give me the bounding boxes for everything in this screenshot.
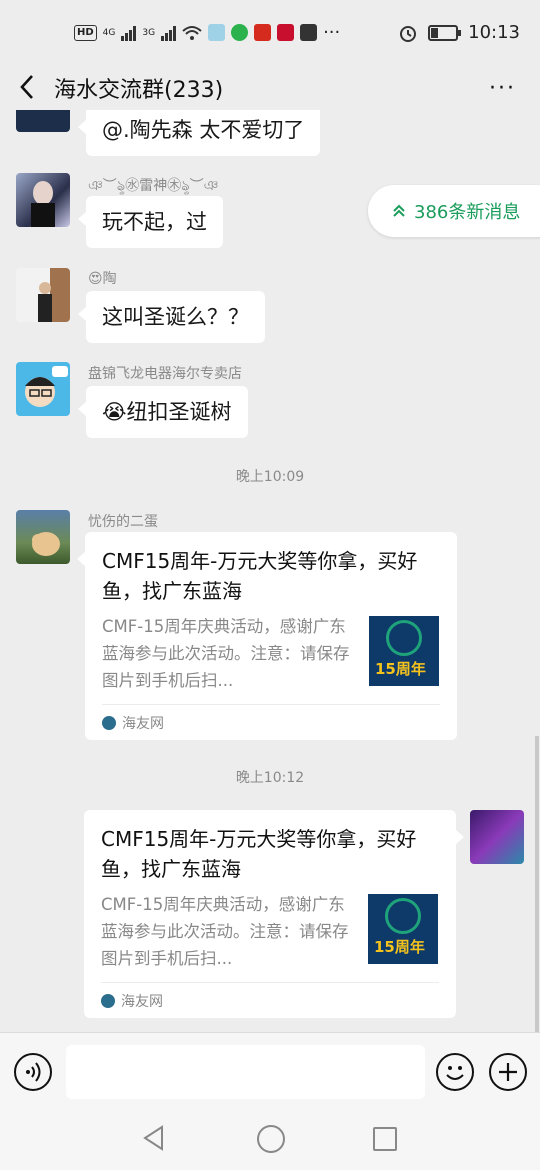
source-logo-icon	[101, 994, 115, 1008]
plus-icon[interactable]	[489, 1053, 527, 1091]
new-messages-label: 386条新消息	[414, 202, 521, 223]
nav-back-icon[interactable]	[142, 1125, 166, 1151]
status-icons-left: HD 4G 3G ···	[74, 22, 340, 43]
avatar[interactable]	[16, 173, 70, 227]
message-bubble[interactable]: 😭纽扣圣诞树	[78, 386, 248, 438]
card-description: CMF-15周年庆典活动，感谢广东蓝海参与此次活动。注意：请保存图片到手机后扫.…	[101, 895, 349, 968]
message-input[interactable]	[66, 1045, 425, 1099]
battery-icon	[428, 24, 462, 41]
network-3g-label: 3G	[142, 27, 156, 38]
smiley-face-icon	[446, 1066, 464, 1080]
card-thumbnail: 15周年	[369, 616, 439, 686]
message-bubble[interactable]: 这叫圣诞么？？	[78, 291, 265, 343]
avatar-figure-icon	[31, 181, 55, 227]
avatar[interactable]	[16, 110, 70, 132]
plus-sign-icon	[499, 1063, 517, 1081]
signal-icon	[121, 25, 137, 41]
network-4g-label: 4G	[102, 27, 116, 38]
chat-area[interactable]: @.陶先森 太不爱切了 ঞ︶ৡ㊌雷神㊍ৡ︶ঞ 玩不起，过 😍陶 这叫圣诞么？？ …	[0, 110, 540, 1032]
link-card[interactable]: CMF15周年-万元大奖等你拿，买好鱼，找广东蓝海 CMF-15周年庆典活动，感…	[77, 532, 457, 740]
logo-ring-icon	[386, 620, 422, 656]
message-bubble[interactable]: @.陶先森 太不爱切了	[77, 110, 321, 156]
source-logo-icon	[102, 716, 116, 730]
nav-recents-icon[interactable]	[373, 1127, 397, 1151]
logo-ring-icon	[385, 898, 421, 934]
system-nav-bar	[0, 1108, 540, 1170]
app-icon-1	[208, 24, 226, 41]
new-messages-button[interactable]: 386条新消息	[368, 185, 540, 237]
card-title: CMF15周年-万元大奖等你拿，买好鱼，找广东蓝海	[101, 827, 417, 881]
app-icon-3	[254, 24, 272, 41]
card-description: CMF-15周年庆典活动，感谢广东蓝海参与此次活动。注意：请保存图片到手机后扫.…	[102, 617, 350, 690]
avatar[interactable]	[16, 268, 70, 322]
avatar-cartoon-icon	[25, 366, 68, 407]
app-icon-5	[300, 24, 318, 41]
thumbnail-text: 15周年	[374, 938, 425, 956]
sender-name: ঞ︶ৡ㊌雷神㊍ৡ︶ঞ	[88, 178, 219, 194]
link-card[interactable]: CMF15周年-万元大奖等你拿，买好鱼，找广东蓝海 CMF-15周年庆典活动，感…	[84, 810, 464, 1018]
sender-name: 忧伤的二蛋	[88, 514, 158, 530]
chat-title: 海水交流群(233)	[54, 78, 224, 103]
card-source: 海友网	[102, 713, 164, 733]
avatar-figure-icon	[38, 268, 70, 322]
title-bar: 海水交流群(233) ···	[0, 64, 540, 110]
card-thumbnail: 15周年	[368, 894, 438, 964]
avatar[interactable]	[16, 510, 70, 564]
sender-name: 😍陶	[88, 271, 117, 287]
voice-input-icon[interactable]	[14, 1053, 52, 1091]
avatar[interactable]	[16, 362, 70, 416]
signal-icon-2	[161, 25, 177, 41]
sound-waves-icon	[26, 1062, 41, 1082]
alarm-icon	[400, 25, 417, 42]
hd-badge: HD	[74, 24, 97, 41]
card-source: 海友网	[101, 991, 163, 1011]
back-arrow-icon[interactable]	[14, 70, 44, 104]
divider	[101, 982, 439, 983]
double-chevron-up-icon	[393, 204, 405, 217]
avatar-photo-icon	[32, 532, 60, 556]
timestamp: 晚上10:09	[235, 469, 305, 485]
wifi-icon	[182, 25, 202, 40]
card-title: CMF15周年-万元大奖等你拿，买好鱼，找广东蓝海	[102, 549, 418, 603]
source-name: 海友网	[122, 716, 164, 732]
source-name: 海友网	[121, 994, 163, 1010]
divider	[102, 704, 440, 705]
timestamp: 晚上10:12	[235, 770, 305, 786]
nav-home-icon[interactable]	[257, 1125, 285, 1153]
more-notifications-icon: ···	[323, 22, 341, 43]
message-bubble[interactable]: 玩不起，过	[78, 196, 223, 248]
thumbnail-text: 15周年	[375, 660, 426, 678]
app-icon-4	[277, 24, 295, 41]
scrollbar[interactable]	[535, 736, 539, 1032]
emoji-icon[interactable]	[436, 1053, 474, 1091]
status-icons-right: 10:13	[398, 22, 520, 43]
input-bar	[0, 1032, 540, 1109]
more-options-icon[interactable]: ···	[489, 76, 516, 101]
status-bar: HD 4G 3G ··· 10:13	[0, 0, 540, 64]
app-icon-2	[231, 24, 249, 41]
clock: 10:13	[468, 22, 520, 43]
sender-name: 盘锦飞龙电器海尔专卖店	[88, 366, 242, 382]
my-avatar[interactable]	[470, 810, 524, 864]
